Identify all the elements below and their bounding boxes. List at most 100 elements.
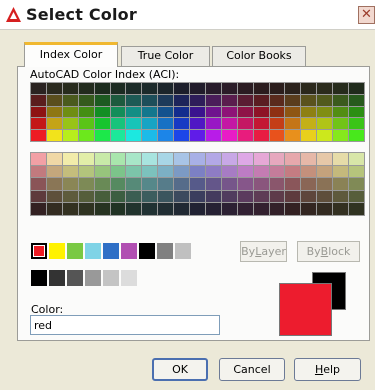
aci-color-cell[interactable] (221, 165, 237, 178)
aci-color-cell[interactable] (46, 178, 62, 190)
aci-color-cell[interactable] (78, 153, 94, 165)
aci-color-cell[interactable] (349, 178, 364, 190)
aci-color-cell[interactable] (94, 106, 110, 118)
aci-color-cell[interactable] (269, 203, 285, 215)
aci-color-cell[interactable] (301, 118, 317, 130)
aci-color-cell[interactable] (46, 83, 62, 94)
gray-shade-swatch[interactable] (121, 270, 137, 286)
aci-color-cell[interactable] (301, 94, 317, 106)
aci-color-cell[interactable] (174, 130, 190, 141)
aci-color-cell[interactable] (221, 118, 237, 130)
aci-color-cell[interactable] (158, 165, 174, 178)
aci-color-cell[interactable] (190, 190, 205, 203)
aci-color-cell[interactable] (94, 178, 110, 190)
aci-color-cell[interactable] (190, 130, 205, 141)
aci-color-cell[interactable] (110, 130, 126, 141)
aci-color-cell[interactable] (94, 190, 110, 203)
aci-color-cell[interactable] (31, 203, 46, 215)
aci-color-cell[interactable] (285, 178, 301, 190)
aci-color-cell[interactable] (285, 118, 301, 130)
aci-color-cell[interactable] (269, 190, 285, 203)
aci-color-cell[interactable] (205, 106, 221, 118)
ok-button[interactable]: OK (152, 358, 208, 381)
aci-color-cell[interactable] (317, 106, 333, 118)
aci-color-cell[interactable] (110, 190, 126, 203)
aci-color-cell[interactable] (62, 94, 78, 106)
standard-color-red[interactable] (31, 243, 47, 259)
byblock-button[interactable]: ByBlock (297, 241, 360, 262)
aci-color-cell[interactable] (190, 178, 205, 190)
aci-color-cell[interactable] (237, 94, 253, 106)
aci-color-cell[interactable] (126, 190, 142, 203)
aci-color-cell[interactable] (190, 83, 205, 94)
standard-color-blue[interactable] (103, 243, 119, 259)
aci-color-cell[interactable] (174, 94, 190, 106)
aci-color-cell[interactable] (349, 94, 364, 106)
gray-shade-swatch[interactable] (67, 270, 83, 286)
aci-color-cell[interactable] (285, 190, 301, 203)
aci-color-cell[interactable] (205, 94, 221, 106)
aci-color-cell[interactable] (158, 118, 174, 130)
aci-color-cell[interactable] (317, 83, 333, 94)
aci-color-cell[interactable] (301, 106, 317, 118)
standard-color-gray-8[interactable] (157, 243, 173, 259)
aci-color-cell[interactable] (285, 165, 301, 178)
aci-color-cell[interactable] (110, 153, 126, 165)
aci-color-cell[interactable] (31, 94, 46, 106)
aci-color-cell[interactable] (269, 94, 285, 106)
aci-color-cell[interactable] (78, 118, 94, 130)
aci-color-cell[interactable] (253, 118, 269, 130)
aci-color-cell[interactable] (269, 178, 285, 190)
aci-color-cell[interactable] (94, 130, 110, 141)
aci-color-cell[interactable] (269, 118, 285, 130)
aci-color-cell[interactable] (237, 106, 253, 118)
aci-color-cell[interactable] (142, 106, 158, 118)
aci-color-cell[interactable] (205, 83, 221, 94)
aci-color-cell[interactable] (62, 106, 78, 118)
aci-color-cell[interactable] (190, 153, 205, 165)
color-input[interactable] (30, 315, 220, 335)
aci-color-cell[interactable] (142, 153, 158, 165)
aci-color-cell[interactable] (126, 94, 142, 106)
aci-color-cell[interactable] (62, 178, 78, 190)
aci-palette-bottom[interactable] (30, 152, 365, 216)
aci-color-cell[interactable] (142, 203, 158, 215)
aci-color-cell[interactable] (301, 153, 317, 165)
aci-color-cell[interactable] (110, 165, 126, 178)
aci-color-cell[interactable] (126, 203, 142, 215)
aci-color-cell[interactable] (46, 94, 62, 106)
aci-color-cell[interactable] (317, 190, 333, 203)
standard-color-magenta[interactable] (121, 243, 137, 259)
aci-color-cell[interactable] (190, 94, 205, 106)
aci-color-cell[interactable] (31, 83, 46, 94)
aci-color-cell[interactable] (349, 118, 364, 130)
gray-shade-swatch[interactable] (49, 270, 65, 286)
aci-color-cell[interactable] (78, 165, 94, 178)
aci-color-cell[interactable] (221, 130, 237, 141)
aci-color-cell[interactable] (142, 83, 158, 94)
aci-color-cell[interactable] (269, 83, 285, 94)
aci-color-cell[interactable] (62, 203, 78, 215)
aci-color-cell[interactable] (349, 165, 364, 178)
aci-color-cell[interactable] (174, 153, 190, 165)
aci-color-cell[interactable] (158, 83, 174, 94)
aci-color-cell[interactable] (349, 106, 364, 118)
aci-color-cell[interactable] (205, 178, 221, 190)
gray-shade-swatch[interactable] (103, 270, 119, 286)
tab-color-books[interactable]: Color Books (212, 46, 306, 66)
aci-color-cell[interactable] (174, 165, 190, 178)
aci-color-cell[interactable] (62, 165, 78, 178)
aci-color-cell[interactable] (253, 130, 269, 141)
aci-color-cell[interactable] (31, 190, 46, 203)
aci-color-cell[interactable] (253, 83, 269, 94)
aci-color-cell[interactable] (253, 190, 269, 203)
aci-color-cell[interactable] (269, 153, 285, 165)
aci-color-cell[interactable] (110, 94, 126, 106)
aci-color-cell[interactable] (333, 190, 349, 203)
aci-color-cell[interactable] (46, 203, 62, 215)
aci-color-cell[interactable] (31, 118, 46, 130)
standard-color-gray-9[interactable] (175, 243, 191, 259)
aci-color-cell[interactable] (142, 165, 158, 178)
aci-color-cell[interactable] (349, 83, 364, 94)
aci-color-cell[interactable] (221, 153, 237, 165)
